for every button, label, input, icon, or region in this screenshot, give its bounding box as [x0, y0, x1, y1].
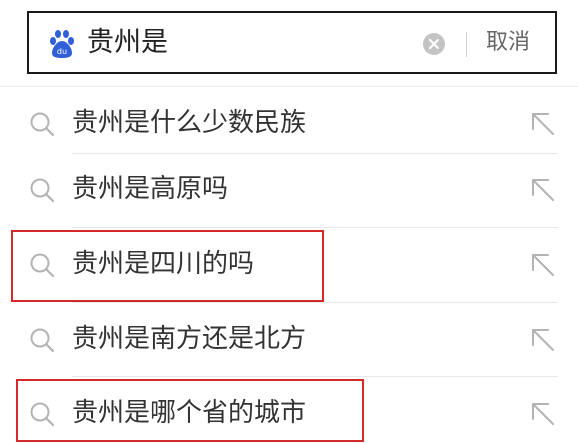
search-bar[interactable]: du 贵州是 取消: [27, 11, 557, 74]
search-icon: [30, 328, 55, 353]
search-input[interactable]: 贵州是: [87, 25, 168, 61]
baidu-paw-icon: du: [50, 30, 74, 58]
svg-text:du: du: [57, 47, 67, 56]
suggestion-item[interactable]: 贵州是什么少数民族: [0, 87, 578, 161]
fill-arrow-icon[interactable]: [528, 250, 558, 280]
suggestion-label: 贵州是四川的吗: [72, 249, 255, 279]
suggestion-label: 贵州是什么少数民族: [72, 108, 307, 138]
suggestion-item[interactable]: 贵州是南方还是北方: [0, 303, 578, 377]
clear-button[interactable]: [423, 33, 445, 55]
suggestion-item[interactable]: 贵州是四川的吗: [0, 228, 578, 302]
cancel-button[interactable]: 取消: [486, 27, 530, 59]
search-icon: [30, 178, 55, 203]
fill-arrow-icon[interactable]: [528, 325, 558, 355]
fill-arrow-icon[interactable]: [528, 399, 558, 429]
fill-arrow-icon[interactable]: [528, 175, 558, 205]
divider: [466, 32, 467, 57]
suggestion-item[interactable]: 贵州是哪个省的城市: [0, 377, 578, 445]
search-icon: [30, 402, 55, 427]
clear-circle-icon: [428, 38, 440, 50]
search-icon: [30, 112, 55, 137]
suggestion-label: 贵州是哪个省的城市: [72, 398, 307, 428]
fill-arrow-icon[interactable]: [528, 109, 558, 139]
suggestion-item[interactable]: 贵州是高原吗: [0, 153, 578, 227]
search-icon: [30, 253, 55, 278]
suggestion-label: 贵州是南方还是北方: [72, 324, 307, 354]
suggestion-label: 贵州是高原吗: [72, 174, 229, 204]
